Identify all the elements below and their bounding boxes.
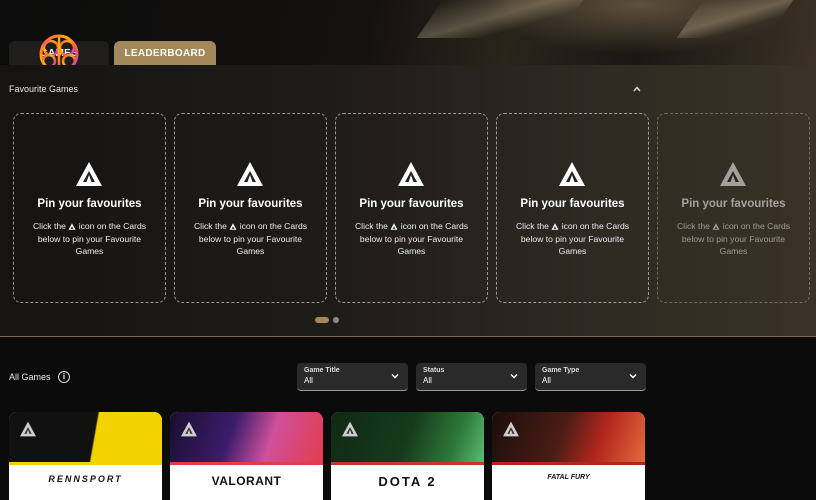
pin-icon [712, 223, 720, 230]
card-text-1: Click the [193, 221, 227, 231]
chevron-up-icon[interactable] [632, 84, 642, 94]
favourite-placeholder-card: Pin your favourites Click the icon on th… [335, 113, 488, 303]
pin-icon [551, 223, 559, 230]
card-description: Click the icon on the Cards below to pin… [24, 220, 155, 258]
game-art [9, 412, 162, 462]
hero-light-streak [676, 0, 794, 38]
card-text-1: Click the [676, 221, 710, 231]
card-text-2: below to pin your Favourite [37, 233, 142, 244]
pin-icon[interactable] [341, 421, 359, 437]
card-text-3: Games [75, 246, 104, 256]
game-card[interactable]: FATAL FURY [492, 412, 645, 500]
card-heading: Pin your favourites [37, 198, 142, 210]
card-text-1b: icon on the Cards [561, 221, 630, 231]
card-text-1b: icon on the Cards [722, 221, 791, 231]
filter-label: Game Title [304, 367, 340, 374]
card-text-1b: icon on the Cards [239, 221, 308, 231]
filter-value: All [304, 376, 313, 385]
card-text-1b: icon on the Cards [78, 221, 147, 231]
card-text-3: Games [558, 246, 587, 256]
game-title: DOTA 2 [378, 474, 437, 489]
favourites-title: Favourite Games [9, 84, 79, 94]
pin-icon[interactable] [180, 421, 198, 437]
card-text-1b: icon on the Cards [400, 221, 469, 231]
card-heading: Pin your favourites [681, 198, 786, 210]
game-art [170, 412, 323, 462]
game-card[interactable]: VALORANT [170, 412, 323, 500]
pin-icon[interactable] [19, 421, 37, 437]
pin-icon [76, 162, 102, 186]
pin-icon [720, 162, 746, 186]
hero-light-streak [416, 0, 584, 38]
card-description: Click the icon on the Cards below to pin… [668, 220, 799, 258]
filter-select[interactable]: Status All [416, 363, 527, 391]
pin-icon [559, 162, 585, 186]
card-text-3: Games [719, 246, 748, 256]
pin-icon [398, 162, 424, 186]
carousel-pagination [315, 317, 339, 323]
game-title: FATAL FURY [547, 474, 590, 481]
filter-label: Status [423, 367, 445, 374]
all-games-title: All Games [9, 372, 51, 382]
chevron-down-icon [391, 374, 399, 379]
carousel-dot[interactable] [333, 317, 339, 323]
game-title: RENNSPORT [48, 474, 123, 484]
card-heading: Pin your favourites [198, 198, 303, 210]
card-text-1: Click the [354, 221, 388, 231]
filter-value: All [423, 376, 432, 385]
favourite-placeholder-card: Pin your favourites Click the icon on th… [13, 113, 166, 303]
card-text-2: below to pin your Favourite [359, 233, 464, 244]
filter-select[interactable]: Game Title All [297, 363, 408, 391]
game-card[interactable]: DOTA 2 [331, 412, 484, 500]
card-text-3: Games [397, 246, 426, 256]
game-art [492, 412, 645, 462]
game-accent-strip [170, 462, 323, 465]
pin-icon [229, 223, 237, 230]
tab-leaderboard[interactable]: LEADERBOARD [114, 41, 216, 65]
tab-leaderboard-label: LEADERBOARD [124, 47, 206, 59]
game-accent-strip [331, 462, 484, 465]
favourite-placeholder-card: Pin your favourites Click the icon on th… [657, 113, 810, 303]
card-text-1: Click the [32, 221, 66, 231]
card-heading: Pin your favourites [359, 198, 464, 210]
card-heading: Pin your favourites [520, 198, 625, 210]
card-text-2: below to pin your Favourite [520, 233, 625, 244]
card-description: Click the icon on the Cards below to pin… [185, 220, 316, 258]
info-icon[interactable]: i [58, 371, 70, 383]
carousel-dot-active[interactable] [315, 317, 329, 323]
favourite-placeholder-card: Pin your favourites Click the icon on th… [496, 113, 649, 303]
card-text-2: below to pin your Favourite [198, 233, 303, 244]
filter-label: Game Type [542, 367, 580, 374]
chevron-down-icon [629, 374, 637, 379]
game-art [331, 412, 484, 462]
filter-value: All [542, 376, 551, 385]
card-description: Click the icon on the Cards below to pin… [507, 220, 638, 258]
game-accent-strip [492, 462, 645, 465]
chevron-down-icon [510, 374, 518, 379]
pin-icon [390, 223, 398, 230]
pin-icon [237, 162, 263, 186]
pin-icon[interactable] [502, 421, 520, 437]
card-text-2: below to pin your Favourite [681, 233, 786, 244]
game-accent-strip [9, 462, 162, 465]
game-title: VALORANT [211, 474, 282, 488]
card-text-1: Click the [515, 221, 549, 231]
card-text-3: Games [236, 246, 265, 256]
filter-select[interactable]: Game Type All [535, 363, 646, 391]
pin-icon [68, 223, 76, 230]
game-card[interactable]: RENNSPORT [9, 412, 162, 500]
card-description: Click the icon on the Cards below to pin… [346, 220, 477, 258]
favourite-placeholder-card: Pin your favourites Click the icon on th… [174, 113, 327, 303]
